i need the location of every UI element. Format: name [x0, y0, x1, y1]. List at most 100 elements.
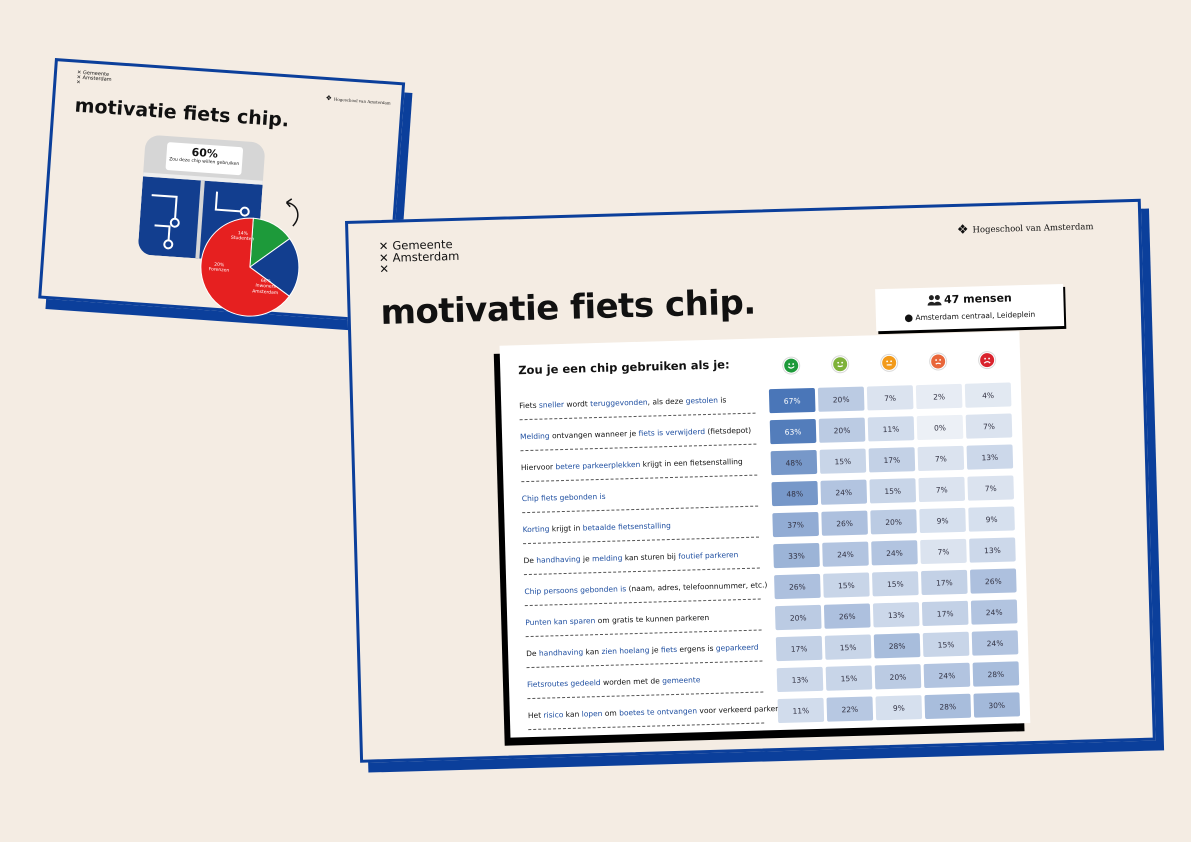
- value-cell: 0%: [916, 414, 964, 441]
- value-cell: 17%: [921, 600, 969, 627]
- value-cell: 7%: [918, 476, 966, 503]
- value-cell: 20%: [817, 386, 865, 412]
- value-cell: 4%: [964, 382, 1012, 408]
- value-cell: 7%: [967, 475, 1015, 501]
- value-cell: 20%: [774, 604, 822, 631]
- row-label: Hiervoor betere parkeerplekken krijgt in…: [521, 457, 743, 472]
- label-text: (naam, adres, telefoonnummer, etc.): [626, 580, 768, 594]
- very-happy-face-icon: [782, 357, 800, 374]
- label-text: De: [523, 555, 537, 566]
- highlighted-text: betaalde fietsenstalling: [582, 521, 671, 533]
- value-cell: 22%: [826, 696, 874, 722]
- label-text: ontvangen wanneer je: [549, 428, 639, 441]
- people-count: 47 mensen: [943, 291, 1012, 307]
- value-cell: 30%: [973, 692, 1021, 718]
- hva-label: Hogeschool van Amsterdam: [333, 96, 391, 106]
- value-cell: 15%: [825, 665, 873, 691]
- highlighted-text: Fietsroutes gedeeld: [526, 678, 601, 690]
- label-text: krijgt in: [549, 523, 583, 534]
- back-slide-title: motivatie fiets chip.: [73, 94, 290, 132]
- label-text: wordt: [563, 399, 591, 409]
- value-cell: 63%: [769, 418, 817, 445]
- value-cell: 15%: [869, 478, 917, 504]
- highlighted-text: gemeente: [662, 675, 701, 686]
- row-label: Korting krijgt in betaalde fietsenstalli…: [523, 521, 671, 534]
- highlighted-text: Chip fiets gebonden is: [521, 491, 606, 504]
- label-text: is: [717, 395, 727, 405]
- x-mark-icon: ✕: [379, 261, 390, 277]
- hva-icon: ❖: [325, 93, 333, 103]
- highlighted-text: Chip persoons gebonden is: [524, 584, 627, 597]
- label-text: je: [580, 554, 593, 564]
- hva-logo: ❖ Hogeschool van Amsterdam: [325, 94, 391, 107]
- value-cell: 24%: [820, 479, 868, 505]
- unhappy-face-icon: [929, 353, 947, 370]
- label-text: voor verkeerd parkeren: [696, 703, 788, 716]
- value-cell: 17%: [868, 447, 916, 473]
- label-text: kan: [583, 647, 602, 657]
- row-label: Melding ontvangen wanneer je fiets is ve…: [520, 426, 751, 441]
- value-cell: 15%: [872, 571, 919, 597]
- highlighted-text: fiets is verwijderd: [638, 427, 706, 438]
- row-label: Fiets sneller wordt teruggevonden, als d…: [519, 395, 726, 410]
- pie-label-forenzen: 20% Forenzen: [208, 262, 229, 274]
- people-icon: [927, 294, 942, 308]
- pie-label-studenten: 14% Studenten: [231, 231, 255, 243]
- value-cell: 9%: [919, 507, 966, 534]
- label-text: Het: [527, 710, 544, 721]
- satisfaction-scale: [500, 331, 1020, 374]
- value-cell: 7%: [920, 538, 967, 565]
- survey-rows: Fiets sneller wordt teruggevonden, als d…: [500, 331, 1021, 731]
- value-cell: 48%: [770, 449, 818, 476]
- neutral-face-icon: [880, 354, 898, 372]
- row-label: Punten kan sparen om gratis te kunnen pa…: [525, 613, 709, 627]
- value-cell: 13%: [776, 666, 824, 693]
- value-cell: 37%: [772, 511, 819, 538]
- value-cell: 67%: [768, 387, 816, 414]
- highlighted-text: lopen: [581, 709, 603, 719]
- value-cell: 24%: [923, 662, 971, 689]
- value-cell: 15%: [824, 634, 872, 660]
- value-cell: 15%: [922, 631, 970, 658]
- value-cell: 13%: [872, 602, 920, 628]
- value-cell: 17%: [775, 635, 823, 662]
- highlighted-text: Punten kan sparen: [525, 616, 596, 628]
- value-cell: 20%: [874, 664, 922, 690]
- value-cell: 13%: [969, 537, 1016, 563]
- location-pin-icon: ⬤: [904, 313, 914, 323]
- value-cell: 11%: [777, 697, 825, 724]
- row-label: Chip persoons gebonden is (naam, adres, …: [524, 580, 767, 596]
- hva-icon: ❖: [956, 222, 969, 238]
- label-text: krijgt in een fietsenstalling: [640, 456, 743, 469]
- front-slide: ✕ Gemeente ✕ Amsterdam ✕ ❖ Hogeschool va…: [345, 198, 1156, 763]
- highlighted-text: fiets: [660, 644, 678, 655]
- label-text: Hiervoor: [520, 462, 556, 473]
- highlighted-text: teruggevonden: [590, 397, 648, 409]
- label-text: je: [649, 645, 662, 655]
- value-cell: 9%: [875, 695, 923, 721]
- value-cell: 48%: [771, 480, 819, 507]
- label-text: (fietsdepot): [704, 425, 752, 437]
- value-cell: 26%: [774, 573, 821, 600]
- value-cell: 24%: [871, 540, 918, 566]
- value-cell: 7%: [965, 413, 1013, 439]
- highlighted-text: gestolen: [685, 395, 719, 406]
- gemeente-amsterdam-logo: ✕ Gemeente ✕ Amsterdam ✕: [379, 237, 460, 277]
- value-cell: 15%: [819, 448, 867, 474]
- value-cell: 20%: [818, 417, 866, 443]
- value-cell: 11%: [867, 416, 915, 442]
- table-heading: Zou je een chip gebruiken als je:: [518, 357, 730, 378]
- row-label: De handhaving kan zien hoelang je fiets …: [526, 643, 759, 658]
- label-text: De: [526, 648, 540, 659]
- highlighted-text: Korting: [522, 524, 550, 535]
- value-cell: 13%: [966, 444, 1014, 470]
- front-slide-title: motivatie fiets chip.: [380, 282, 757, 334]
- label-text: om gratis te kunnen parkeren: [595, 612, 710, 626]
- pie-label-inwoners: 66% Inwoners Amsterdam: [247, 278, 284, 297]
- highlighted-text: sneller: [538, 399, 565, 410]
- stat-box: 60% Zou deze chip willen gebruiken: [165, 142, 244, 176]
- x-mark-icon: ✕: [76, 79, 81, 86]
- highlighted-text: geparkeerd: [715, 642, 759, 653]
- label-text: , als deze: [647, 396, 686, 407]
- value-cell: 17%: [920, 569, 968, 596]
